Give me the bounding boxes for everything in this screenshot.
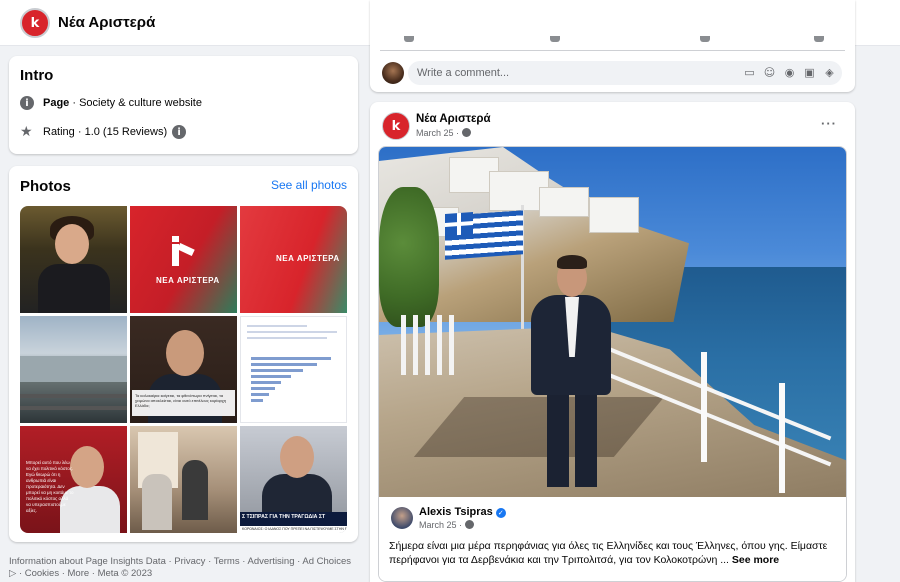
current-user-avatar[interactable] <box>382 62 404 84</box>
page-logo-icon: k <box>30 15 40 31</box>
photo-tile[interactable] <box>20 316 127 423</box>
page-category-row: i Page · Society & culture website <box>20 96 202 110</box>
intro-card: Intro i Page · Society & culture website… <box>9 56 358 154</box>
photo-tile[interactable]: Τα καλοκαίρια καίγεται, τα φθινόπωρα πνί… <box>130 316 237 423</box>
gif-icon[interactable]: ▣ <box>803 66 816 79</box>
shared-author-avatar[interactable] <box>391 507 413 529</box>
photo-tile[interactable] <box>130 426 237 533</box>
party-logo-icon <box>172 236 195 266</box>
photo-tile[interactable]: ΝΕΑ ΑΡΙΣΤΕΡΑ <box>240 206 347 313</box>
post-timestamp[interactable]: March 25 · <box>416 128 472 138</box>
rating-text[interactable]: Rating · 1.0 (15 Reviews) <box>43 126 167 138</box>
page-logo-icon: k <box>391 118 401 134</box>
page-label: Page <box>43 97 70 109</box>
photo-tile[interactable]: ΝΕΑ ΑΡΙΣΤΕΡΑ <box>130 206 237 313</box>
globe-icon <box>462 128 472 137</box>
shared-post[interactable]: Alexis Tsipras ✓ March 25 · Σήμερα είναι … <box>378 146 847 582</box>
star-icon: ★ <box>20 124 33 140</box>
post-author-name[interactable]: Νέα Αριστερά <box>416 113 491 125</box>
page-avatar[interactable]: k <box>20 8 50 38</box>
globe-icon <box>465 520 475 529</box>
rating-row: ★ Rating · 1.0 (15 Reviews) i <box>20 124 187 140</box>
shared-post-photo[interactable] <box>379 147 846 497</box>
verified-badge-icon: ✓ <box>495 508 506 518</box>
page-category: · Society & culture website <box>69 97 202 109</box>
photo-tile[interactable] <box>240 316 347 423</box>
page-title[interactable]: Νέα Αριστερά <box>58 14 155 31</box>
photos-card: Photos See all photos ΝΕΑ ΑΡΙΣΤΕΡΑ ΝΕΑ Α… <box>9 166 358 542</box>
shared-post-body: Alexis Tsipras ✓ March 25 · Σήμερα είναι … <box>379 497 846 581</box>
camera-icon[interactable]: ◉ <box>783 66 796 79</box>
post-author-avatar[interactable]: k <box>382 112 410 140</box>
shared-post-timestamp[interactable]: March 25 · <box>419 520 475 530</box>
photo-tile[interactable] <box>20 206 127 313</box>
previous-post-comment-area: Write a comment... ▭ ☺ ◉ ▣ ◈ <box>370 0 855 92</box>
intro-title: Intro <box>20 67 54 84</box>
shared-author-name[interactable]: Alexis Tsipras <box>419 506 493 518</box>
post-card: k Νέα Αριστερά March 25 · ··· Alexis Tsi… <box>370 102 855 582</box>
sticker-face-icon[interactable]: ◈ <box>823 66 836 79</box>
footer-links[interactable]: Information about Page Insights Data · P… <box>9 556 358 580</box>
see-all-photos-link[interactable]: See all photos <box>271 178 347 192</box>
photo-tile[interactable]: Σ ΤΣΙΠΡΑΣ ΓΙΑ ΤΗΝ ΤΡΑΓΩΔΙΑ ΣΤ ΚΟΡΩΝΑΙΟΣ:… <box>240 426 347 533</box>
sticker-icon[interactable]: ▭ <box>743 66 756 79</box>
comment-input[interactable]: Write a comment... ▭ ☺ ◉ ▣ ◈ <box>408 61 842 85</box>
photos-title: Photos <box>20 178 71 195</box>
info-icon: i <box>20 96 34 110</box>
post-actions-row <box>400 36 840 44</box>
comment-placeholder: Write a comment... <box>417 67 510 79</box>
rating-info-icon[interactable]: i <box>172 125 187 139</box>
photo-tile[interactable]: Μπορεί αυτό που λέω να έχει πολιτικό κόσ… <box>20 426 127 533</box>
see-more-link[interactable]: See more <box>732 554 779 566</box>
photo-grid: ΝΕΑ ΑΡΙΣΤΕΡΑ ΝΕΑ ΑΡΙΣΤΕΡΑ Τα καλοκαίρια … <box>20 206 347 533</box>
emoji-icon[interactable]: ☺ <box>763 66 776 79</box>
shared-post-text: Σήμερα είναι μια μέρα περηφάνιας για όλε… <box>389 540 828 566</box>
post-options-button[interactable]: ··· <box>821 116 837 131</box>
